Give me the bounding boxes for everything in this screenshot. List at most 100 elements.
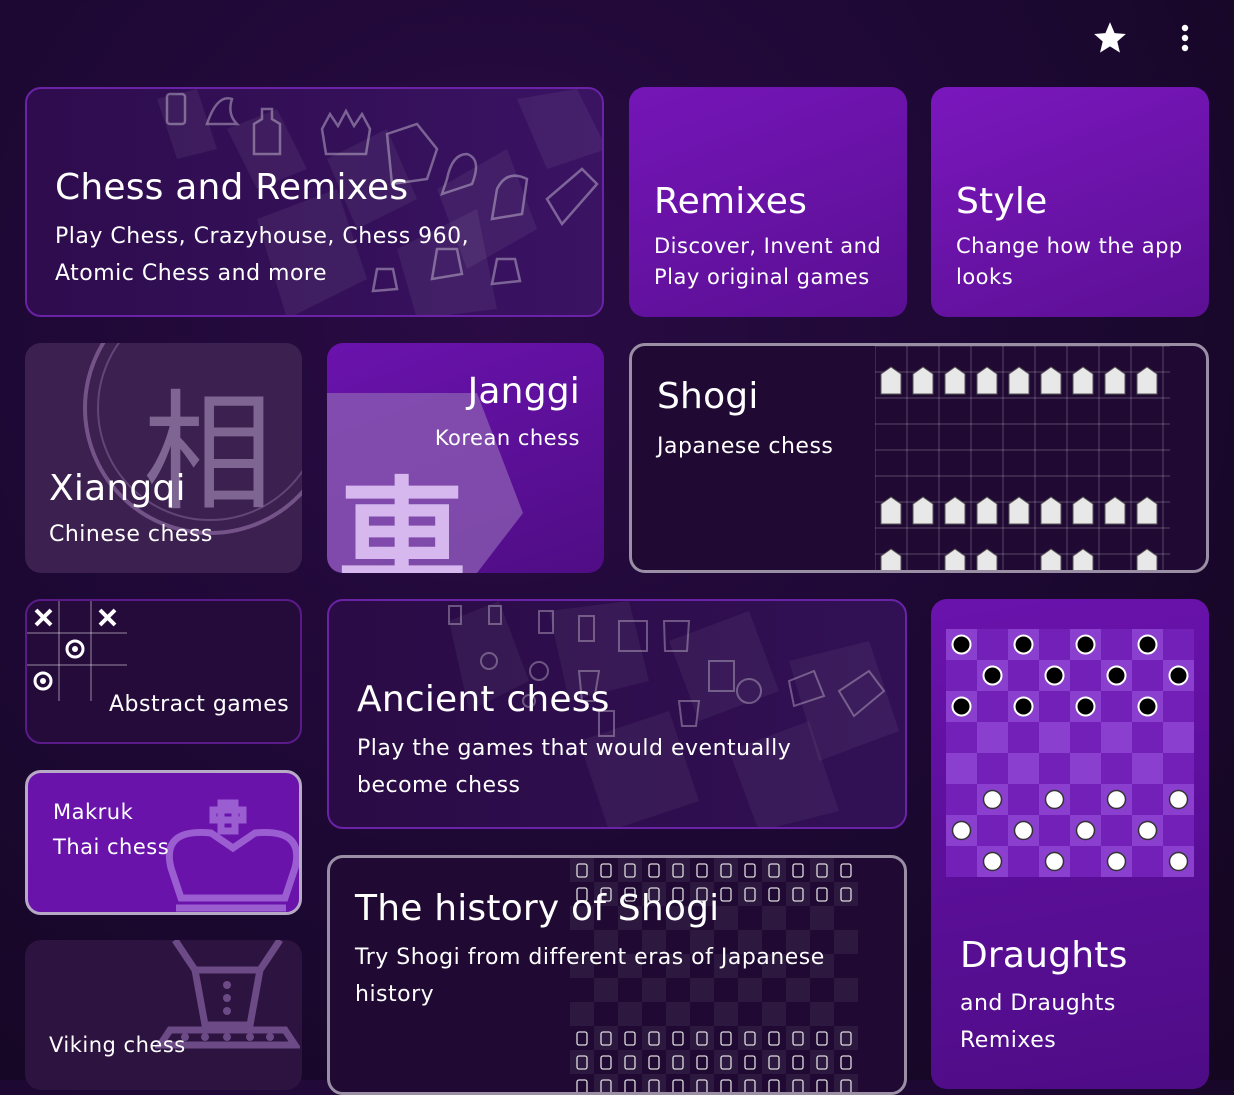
- shogi-piece: [696, 1055, 708, 1070]
- shogi-piece: [840, 1055, 852, 1070]
- shogi-piece: [1008, 366, 1030, 395]
- white-piece: [951, 820, 972, 841]
- card-chess-and-remixes[interactable]: Chess and Remixes Play Chess, Crazyhouse…: [25, 87, 604, 317]
- shogi-piece: [600, 863, 612, 878]
- more-options-button[interactable]: [1165, 18, 1205, 58]
- card-subtitle: Change how the app looks: [956, 234, 1183, 289]
- shogi-piece: [720, 1079, 732, 1092]
- shogi-piece: [792, 1055, 804, 1070]
- card-subtitle: Try Shogi from different eras of Japanes…: [355, 945, 825, 1007]
- shogi-piece: [1072, 496, 1094, 525]
- shogi-piece: [1104, 366, 1126, 395]
- shogi-piece: [1104, 496, 1126, 525]
- card-title: Chess and Remixes: [55, 167, 409, 208]
- card-title: Shogi: [657, 376, 759, 417]
- shogi-piece: [744, 1055, 756, 1070]
- card-subtitle: and Draughts Remixes: [960, 991, 1116, 1053]
- shogi-piece: [944, 548, 966, 570]
- white-piece: [982, 851, 1003, 872]
- shogi-piece: [600, 1055, 612, 1070]
- black-piece: [982, 665, 1003, 686]
- shogi-piece: [696, 863, 708, 878]
- shogi-piece: [880, 366, 902, 395]
- card-history-of-shogi[interactable]: The history of Shogi Try Shogi from diff…: [327, 855, 907, 1095]
- shogi-piece: [816, 1079, 828, 1092]
- shogi-piece: [912, 366, 934, 395]
- card-subtitle: Discover, Invent and Play original games: [654, 234, 882, 289]
- card-title: Style: [956, 181, 1048, 222]
- shogi-piece: [720, 887, 732, 902]
- card-ancient-chess[interactable]: Ancient chess Play the games that would …: [327, 599, 907, 829]
- card-title: Remixes: [654, 181, 808, 222]
- draughts-board-icon: [946, 629, 1194, 877]
- shogi-piece: [768, 887, 780, 902]
- more-vert-icon: [1181, 24, 1189, 52]
- shogi-piece: [1040, 366, 1062, 395]
- white-piece: [1168, 851, 1189, 872]
- shogi-piece: [976, 548, 998, 570]
- white-piece: [1106, 789, 1127, 810]
- card-janggi[interactable]: 車 Janggi Korean chess: [327, 343, 604, 573]
- black-piece: [951, 696, 972, 717]
- white-piece: [1013, 820, 1034, 841]
- card-draughts[interactable]: Draughts and Draughts Remixes: [931, 599, 1209, 1089]
- shogi-piece: [1136, 366, 1158, 395]
- white-piece: [1044, 789, 1065, 810]
- black-piece: [1106, 665, 1127, 686]
- shogi-piece: [1072, 366, 1094, 395]
- shogi-piece: [976, 366, 998, 395]
- shogi-piece: [816, 1031, 828, 1046]
- card-xiangqi[interactable]: 相 Xiangqi Chinese chess: [25, 343, 302, 573]
- shogi-piece: [576, 1079, 588, 1092]
- shogi-piece: [944, 496, 966, 525]
- star-icon: [1094, 22, 1126, 53]
- card-title: Draughts: [960, 935, 1128, 976]
- shogi-piece: [624, 1079, 636, 1092]
- black-piece: [1013, 696, 1034, 717]
- card-abstract-games[interactable]: Abstract games: [25, 599, 302, 744]
- card-makruk[interactable]: Makruk Thai chess: [25, 770, 302, 915]
- black-piece: [1044, 665, 1065, 686]
- card-subtitle: Thai chess: [53, 835, 170, 859]
- card-subtitle: Play the games that would eventually bec…: [357, 736, 792, 798]
- card-subtitle: Play Chess, Crazyhouse, Chess 960, Atomi…: [55, 224, 470, 286]
- shogi-piece: [1040, 496, 1062, 525]
- card-title: Ancient chess: [357, 679, 610, 720]
- shogi-piece: [744, 863, 756, 878]
- shogi-piece: [912, 496, 934, 525]
- card-subtitle: Japanese chess: [657, 434, 834, 459]
- shogi-piece: [840, 863, 852, 878]
- shogi-piece: [768, 1079, 780, 1092]
- card-style[interactable]: Style Change how the app looks: [931, 87, 1209, 317]
- card-remixes[interactable]: Remixes Discover, Invent and Play origin…: [629, 87, 907, 317]
- card-subtitle: Chinese chess: [49, 522, 213, 547]
- shogi-piece: [792, 863, 804, 878]
- white-piece: [1075, 820, 1096, 841]
- card-shogi[interactable]: Shogi Japanese chess: [629, 343, 1209, 573]
- shogi-piece: [1008, 496, 1030, 525]
- black-piece: [1137, 696, 1158, 717]
- card-title: The history of Shogi: [355, 888, 720, 929]
- black-piece: [1075, 696, 1096, 717]
- black-piece: [1137, 634, 1158, 655]
- white-piece: [1137, 820, 1158, 841]
- card-subtitle: Korean chess: [434, 426, 580, 450]
- shogi-piece: [880, 496, 902, 525]
- favorite-button[interactable]: [1090, 18, 1130, 58]
- shogi-piece: [768, 1031, 780, 1046]
- card-title: Janggi: [467, 371, 580, 412]
- card-viking-chess[interactable]: Viking chess: [25, 940, 302, 1090]
- black-piece: [951, 634, 972, 655]
- card-title: Abstract games: [109, 692, 290, 717]
- shogi-piece: [880, 548, 902, 570]
- black-piece: [1075, 634, 1096, 655]
- shogi-piece: [976, 496, 998, 525]
- shogi-piece: [1136, 548, 1158, 570]
- shogi-piece: [1072, 548, 1094, 570]
- shogi-piece: [816, 887, 828, 902]
- white-piece: [1106, 851, 1127, 872]
- shogi-piece: [648, 1055, 660, 1070]
- card-title: Xiangqi: [49, 468, 186, 509]
- shogi-piece: [672, 1079, 684, 1092]
- shogi-piece: [624, 1031, 636, 1046]
